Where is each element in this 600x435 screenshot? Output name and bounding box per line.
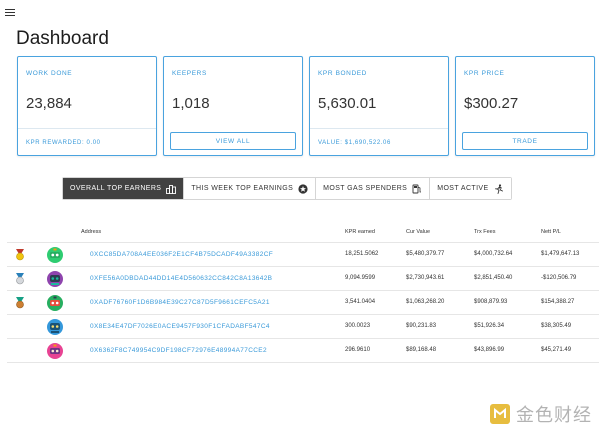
trade-button[interactable]: TRADE <box>462 132 588 150</box>
trx-fees-cell: $43,896.99 <box>474 347 505 353</box>
kpr-bonded-value: 5,630.01 <box>318 95 377 112</box>
tab-most-active[interactable]: MOST ACTIVE <box>430 178 511 199</box>
cur-value-cell: $90,231.83 <box>406 323 437 329</box>
earner-address-link[interactable]: 0XADF76760F1D6B984E39C27C87D5F9661CEFC5A… <box>90 299 270 306</box>
trx-fees-cell: $51,926.34 <box>474 323 505 329</box>
earners-tabs: OVERALL TOP EARNERS THIS WEEK TOP EARNIN… <box>62 177 512 200</box>
watermark-logo-icon <box>490 404 510 424</box>
kpr-rewarded-text: KPR REWARDED: 0.00 <box>26 140 101 146</box>
address-column-header: Address <box>81 229 102 235</box>
table-row: 0XFE56A0DBDAD44DD14E4D560632CC842C8A1364… <box>7 267 599 291</box>
nett-pl-cell: -$120,506.79 <box>541 275 577 281</box>
watermark-text: 金色财经 <box>516 405 592 426</box>
tab-label: OVERALL TOP EARNERS <box>70 185 162 192</box>
card-label: KEEPERS <box>172 70 207 77</box>
cur-value-cell: $1,063,268.20 <box>406 299 445 305</box>
trx-fees-cell: $2,851,450.40 <box>474 275 513 281</box>
earner-address-link[interactable]: 0XCC85DA708A4EE036F2E1CF4B75DCADF49A3382… <box>90 251 273 258</box>
card-label: WORK DONE <box>26 70 73 77</box>
kpr-earned-cell: 296.9610 <box>345 347 371 353</box>
cur-value-column-header: Cur Value <box>406 229 431 235</box>
kpr-bonded-card: KPR BONDED 5,630.01 VALUE: $1,690,522.06 <box>309 56 449 156</box>
cur-value-cell: $2,730,943.61 <box>406 275 445 281</box>
trx-fees-column-header: Trx Fees <box>474 229 496 235</box>
kpr-earned-cell: 3,541.0404 <box>345 299 376 305</box>
tab-label: MOST ACTIVE <box>437 185 489 192</box>
green-robot-avatar <box>47 295 63 311</box>
kpr-earned-cell: 300.0023 <box>345 323 371 329</box>
card-label: KPR BONDED <box>318 70 367 77</box>
trx-fees-cell: $4,000,732.64 <box>474 251 513 257</box>
table-row: 0X6362F8C749954C9DF198CF72976E48994A77CC… <box>7 339 599 363</box>
cur-value-cell: $5,480,379.77 <box>406 251 445 257</box>
work-done-card: WORK DONE 23,884 KPR REWARDED: 0.00 <box>17 56 157 156</box>
keepers-value: 1,018 <box>172 95 210 112</box>
blue-robot-avatar <box>47 319 63 335</box>
card-divider <box>310 128 448 129</box>
pink-robot-avatar <box>47 343 63 359</box>
silver-medal-icon <box>16 273 24 285</box>
work-done-value: 23,884 <box>26 95 72 112</box>
kpr-price-card: KPR PRICE $300.27 TRADE <box>455 56 595 156</box>
star-circle-icon <box>298 183 308 194</box>
table-row: 0X8E34E47DF7026E0ACE9457F930F1CFADABF547… <box>7 315 599 339</box>
tab-this-week-top-earnings[interactable]: THIS WEEK TOP EARNINGS <box>184 178 317 199</box>
tab-label: THIS WEEK TOP EARNINGS <box>191 185 294 192</box>
earner-address-link[interactable]: 0X8E34E47DF7026E0ACE9457F930F1CFADABF547… <box>90 323 270 330</box>
card-label: KPR PRICE <box>464 70 505 77</box>
page-title: Dashboard <box>16 28 109 49</box>
bronze-medal-icon <box>16 297 24 309</box>
tab-overall-top-earners[interactable]: OVERALL TOP EARNERS <box>63 178 185 199</box>
trx-fees-cell: $908,879.93 <box>474 299 508 305</box>
watermark: 金色财经 <box>489 401 592 427</box>
leaderboard-icon <box>166 184 177 194</box>
purple-robot-avatar <box>47 271 63 287</box>
table-row: 0XADF76760F1D6B984E39C27C87D5F9661CEFC5A… <box>7 291 599 315</box>
kpr-earned-column-header: KPR earned <box>345 229 375 235</box>
kpr-price-value: $300.27 <box>464 95 519 112</box>
nett-pl-cell: $1,479,647.13 <box>541 251 580 257</box>
hamburger-menu-icon[interactable] <box>5 9 15 17</box>
earner-address-link[interactable]: 0XFE56A0DBDAD44DD14E4D560632CC842C8A1364… <box>90 275 272 282</box>
nett-pl-cell: $38,305.49 <box>541 323 572 329</box>
table-header: Address KPR earned Cur Value Trx Fees Ne… <box>7 224 599 243</box>
bonded-value-text: VALUE: $1,690,522.06 <box>318 140 391 146</box>
gas-pump-icon <box>412 184 422 193</box>
tab-most-gas-spenders[interactable]: MOST GAS SPENDERS <box>316 178 431 199</box>
nett-pl-cell: $154,388.27 <box>541 299 575 305</box>
keepers-card: KEEPERS 1,018 VIEW ALL <box>163 56 303 156</box>
green-robot-avatar <box>47 247 63 263</box>
card-divider <box>18 128 156 129</box>
nett-pl-cell: $45,271.49 <box>541 347 572 353</box>
view-all-button[interactable]: VIEW ALL <box>170 132 296 150</box>
nett-pl-column-header: Nett P/L <box>541 229 561 235</box>
kpr-earned-cell: 9,094.9599 <box>345 275 376 281</box>
cur-value-cell: $89,168.48 <box>406 347 437 353</box>
kpr-earned-cell: 18,251.5062 <box>345 251 379 257</box>
gold-medal-icon <box>16 249 24 261</box>
table-row: 0XCC85DA708A4EE036F2E1CF4B75DCADF49A3382… <box>7 243 599 267</box>
earners-table: Address KPR earned Cur Value Trx Fees Ne… <box>7 224 599 363</box>
earner-address-link[interactable]: 0X6362F8C749954C9DF198CF72976E48994A77CC… <box>90 347 267 354</box>
running-person-icon <box>494 183 503 194</box>
tab-label: MOST GAS SPENDERS <box>323 185 408 192</box>
